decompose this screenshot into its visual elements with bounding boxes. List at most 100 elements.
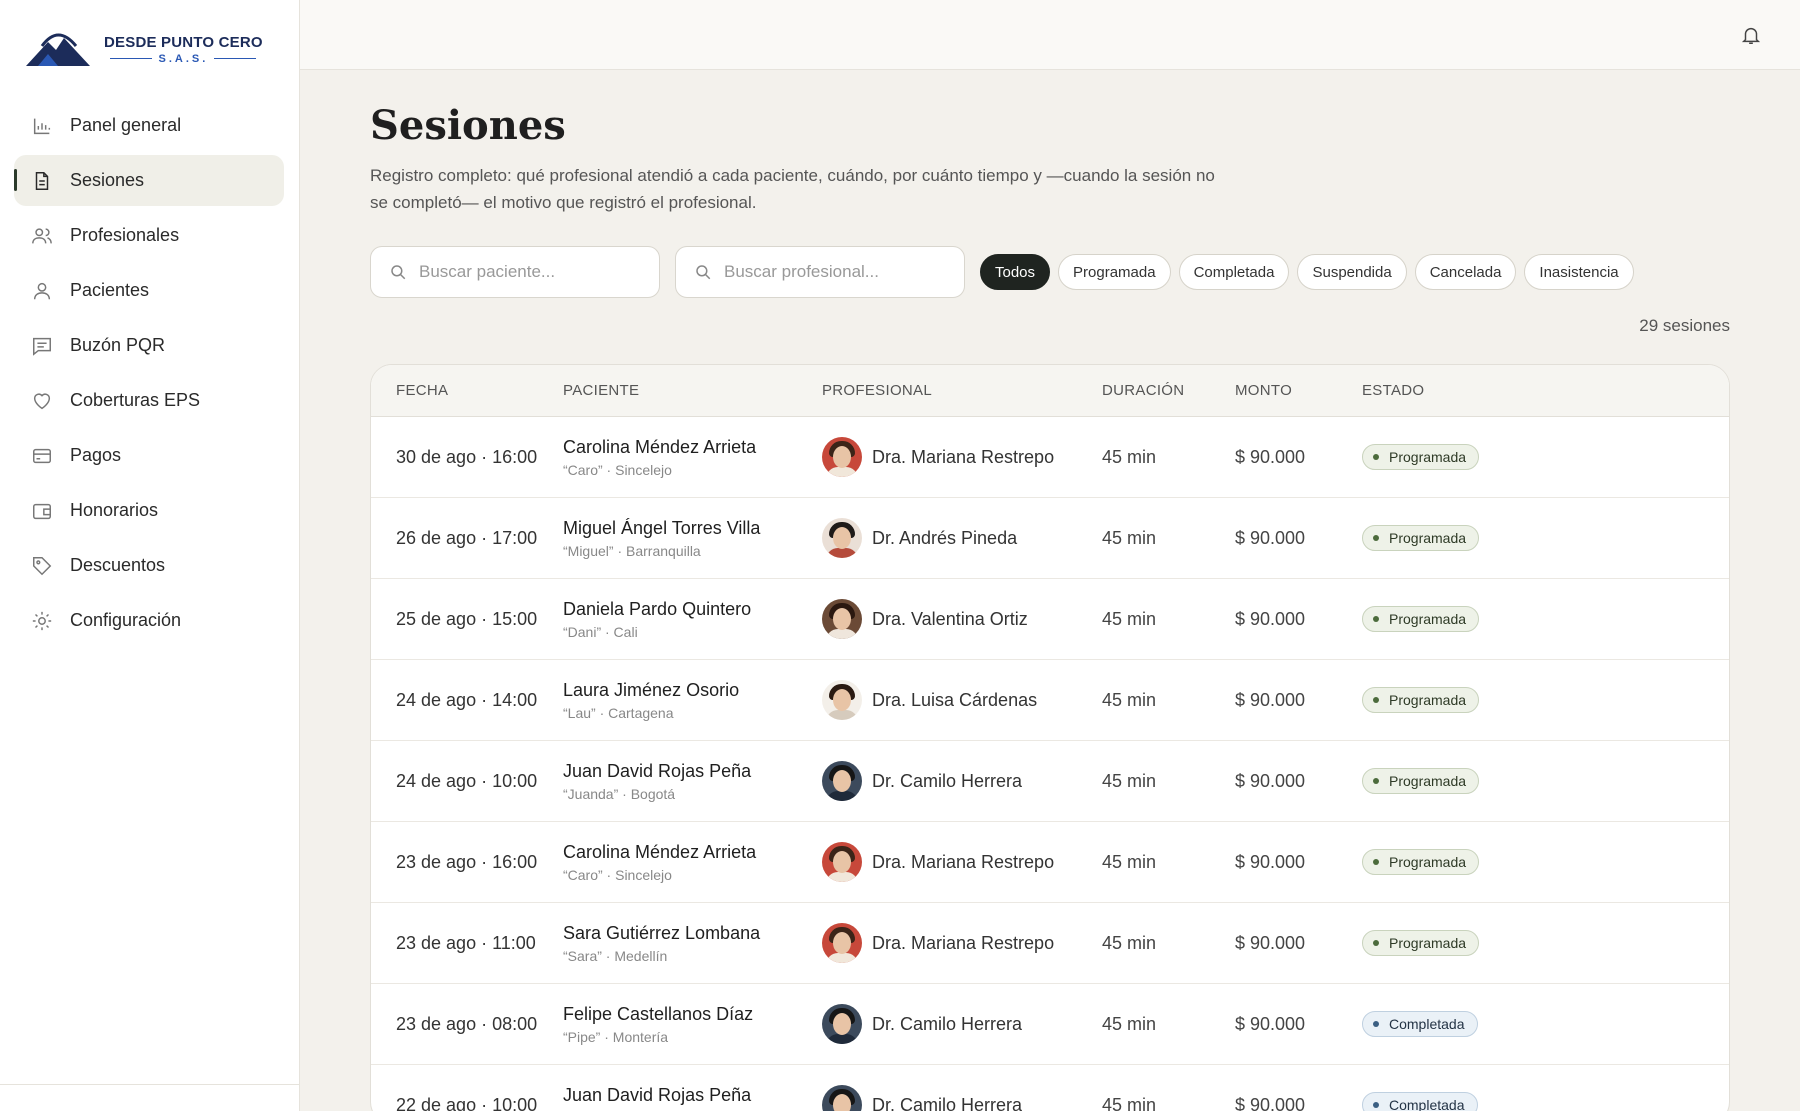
sidebar-item-sesiones[interactable]: Sesiones — [14, 155, 284, 206]
cell-paciente: Juan David Rojas Peña “Juanda” · Bogotá — [563, 761, 822, 802]
cell-paciente: Carolina Méndez Arrieta “Caro” · Sincelej… — [563, 842, 822, 883]
cell-profesional: Dra. Mariana Restrepo — [822, 437, 1102, 477]
table-row[interactable]: 23 de ago · 08:00 Felipe Castellanos Díaz… — [371, 984, 1729, 1065]
cell-monto: $ 90.000 — [1235, 770, 1306, 791]
cell-profesional: Dra. Mariana Restrepo — [822, 923, 1102, 963]
table-body: 30 de ago · 16:00 Carolina Méndez Arrieta… — [371, 417, 1729, 1111]
professional-name[interactable]: Dr. Andrés Pineda — [872, 528, 1017, 549]
patient-meta: “Sara” · Medellín — [563, 947, 668, 964]
sidebar-item-label: Coberturas EPS — [70, 390, 201, 410]
filter-programada[interactable]: Programada — [1058, 254, 1171, 290]
patient-name[interactable]: Carolina Méndez Arrieta — [563, 437, 822, 458]
table-row[interactable]: 24 de ago · 10:00 Juan David Rojas Peña “J… — [371, 741, 1729, 822]
bell-icon[interactable] — [1740, 24, 1762, 46]
sidebar-item-pacientes[interactable]: Pacientes — [14, 265, 284, 316]
sidebar-item-descuentos[interactable]: Descuentos — [14, 540, 284, 591]
patient-name[interactable]: Daniela Pardo Quintero — [563, 599, 822, 620]
table-row[interactable]: 23 de ago · 11:00 Sara Gutiérrez Lombana “… — [371, 903, 1729, 984]
status-dot-icon — [1373, 940, 1379, 946]
patient-name[interactable]: Juan David Rojas Peña — [563, 761, 822, 782]
patient-name[interactable]: Sara Gutiérrez Lombana — [563, 923, 822, 944]
cell-fecha: 26 de ago · 17:00 — [396, 527, 538, 548]
status-label: Programada — [1389, 692, 1467, 708]
cell-duracion: 45 min — [1102, 527, 1157, 548]
status-label: Programada — [1389, 854, 1467, 870]
column-header-monto[interactable]: MONTO — [1235, 382, 1362, 399]
sidebar-item-buzon-pqr[interactable]: Buzón PQR — [14, 320, 284, 371]
cell-paciente: Carolina Méndez Arrieta “Caro” · Sincelej… — [563, 437, 822, 478]
filter-completada[interactable]: Completada — [1178, 254, 1290, 290]
status-dot-icon — [1373, 859, 1379, 865]
professional-name[interactable]: Dra. Mariana Restrepo — [872, 447, 1054, 468]
sidebar: DESDE PUNTO CERO S.A.S. Panel general Se… — [0, 0, 300, 1111]
column-header-profesional[interactable]: PROFESIONAL — [822, 382, 1102, 399]
cell-monto: $ 90.000 — [1235, 932, 1306, 953]
sidebar-item-profesionales[interactable]: Profesionales — [14, 210, 284, 261]
table-row[interactable]: 24 de ago · 14:00 Laura Jiménez Osorio “La… — [371, 660, 1729, 741]
patient-name[interactable]: Juan David Rojas Peña — [563, 1085, 822, 1106]
table-row[interactable]: 22 de ago · 10:00 Juan David Rojas Peña“J… — [371, 1065, 1729, 1111]
cell-duracion: 45 min — [1102, 446, 1157, 467]
table-row[interactable]: 30 de ago · 16:00 Carolina Méndez Arrieta… — [371, 417, 1729, 498]
avatar — [822, 437, 862, 477]
status-badge: Programada — [1362, 525, 1480, 551]
users-icon — [30, 224, 54, 248]
patient-name[interactable]: Miguel Ángel Torres Villa — [563, 518, 822, 539]
table-row[interactable]: 25 de ago · 15:00 Daniela Pardo Quintero “… — [371, 579, 1729, 660]
filter-todos[interactable]: Todos — [980, 254, 1051, 290]
sidebar-item-pagos[interactable]: Pagos — [14, 430, 284, 481]
filter-suspendida[interactable]: Suspendida — [1297, 254, 1407, 290]
column-header-fecha[interactable]: FECHA — [371, 382, 563, 399]
column-header-paciente[interactable]: PACIENTE — [563, 382, 822, 399]
sidebar-item-honorarios[interactable]: Honorarios — [14, 485, 284, 536]
session-count: 29 sesiones — [1639, 316, 1730, 335]
patient-search-input[interactable] — [419, 262, 639, 282]
sidebar-item-coberturas-eps[interactable]: Coberturas EPS — [14, 375, 284, 426]
sidebar-item-label: Sesiones — [70, 170, 145, 190]
cell-fecha: 24 de ago · 14:00 — [396, 689, 538, 710]
professional-search[interactable] — [675, 246, 965, 298]
avatar — [822, 1004, 862, 1044]
avatar — [822, 923, 862, 963]
patient-name[interactable]: Carolina Méndez Arrieta — [563, 842, 822, 863]
professional-search-input[interactable] — [724, 262, 944, 282]
cell-monto: $ 90.000 — [1235, 689, 1306, 710]
filter-cancelada[interactable]: Cancelada — [1414, 254, 1517, 290]
professional-name[interactable]: Dr. Camilo Herrera — [872, 1014, 1022, 1035]
patient-name[interactable]: Laura Jiménez Osorio — [563, 680, 822, 701]
professional-name[interactable]: Dra. Mariana Restrepo — [872, 933, 1054, 954]
cell-paciente: Felipe Castellanos Díaz “Pipe” · Montería — [563, 1004, 822, 1045]
professional-name[interactable]: Dra. Valentina Ortiz — [872, 609, 1028, 630]
avatar — [822, 842, 862, 882]
message-icon — [30, 334, 54, 358]
professional-name[interactable]: Dra. Luisa Cárdenas — [872, 690, 1037, 711]
cell-monto: $ 90.000 — [1235, 851, 1306, 872]
cell-profesional: Dr. Camilo Herrera — [822, 1004, 1102, 1044]
bar-chart-icon — [30, 114, 54, 138]
column-header-estado[interactable]: ESTADO — [1362, 382, 1662, 399]
filter-inasistencia[interactable]: Inasistencia — [1524, 254, 1634, 290]
patient-meta: “Pipe” · Montería — [563, 1028, 669, 1045]
professional-name[interactable]: Dr. Camilo Herrera — [872, 771, 1022, 792]
user-icon — [30, 279, 54, 303]
avatar — [822, 1085, 862, 1111]
tag-icon — [30, 554, 54, 578]
table-row[interactable]: 23 de ago · 16:00 Carolina Méndez Arrieta… — [371, 822, 1729, 903]
table-row[interactable]: 26 de ago · 17:00 Miguel Ángel Torres Vil… — [371, 498, 1729, 579]
column-header-duracion[interactable]: DURACIÓN — [1102, 382, 1235, 399]
professional-name[interactable]: Dr. Camilo Herrera — [872, 1095, 1022, 1111]
status-badge: Completada — [1362, 1092, 1478, 1111]
patient-name[interactable]: Felipe Castellanos Díaz — [563, 1004, 822, 1025]
status-label: Completada — [1389, 1016, 1465, 1032]
patient-search[interactable] — [370, 246, 660, 298]
sidebar-item-panel-general[interactable]: Panel general — [14, 100, 284, 151]
professional-name[interactable]: Dra. Mariana Restrepo — [872, 852, 1054, 873]
sidebar-item-label: Pacientes — [70, 280, 150, 300]
search-icon — [391, 265, 406, 280]
brand-logo[interactable]: DESDE PUNTO CERO S.A.S. — [24, 26, 264, 72]
patient-meta: “Caro” · Sincelejo — [563, 866, 672, 883]
cell-estado: Completada — [1362, 1092, 1662, 1111]
avatar — [822, 599, 862, 639]
sidebar-item-label: Descuentos — [70, 555, 166, 575]
sidebar-item-configuracion[interactable]: Configuración — [14, 595, 284, 646]
